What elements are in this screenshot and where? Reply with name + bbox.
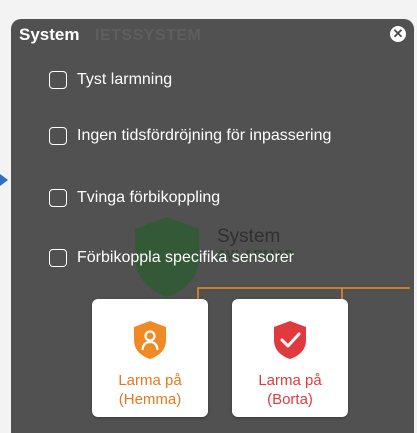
checkbox[interactable] [49, 249, 67, 267]
expand-arrow-icon [0, 174, 8, 186]
arm-away-label-line2: (Borta) [267, 391, 313, 408]
person-shield-icon [134, 321, 166, 359]
option-label: Tvinga förbikoppling [77, 189, 221, 206]
option-force-bypass[interactable]: Tvinga förbikoppling [49, 185, 220, 211]
option-bypass-specific-sensors[interactable]: Förbikoppla specifika sensorer [49, 245, 294, 271]
arm-home-button[interactable]: Larma på (Hemma) [92, 299, 208, 417]
arm-away-label: Larma på (Borta) [232, 371, 348, 409]
arm-home-label-line2: (Hemma) [118, 391, 182, 408]
checkbox[interactable] [49, 189, 67, 207]
checkbox[interactable] [49, 71, 67, 89]
arm-away-button[interactable]: Larma på (Borta) [232, 299, 348, 417]
option-label: Ingen tidsfördröjning för inpassering [77, 127, 332, 144]
arm-away-label-line1: Larma på [258, 372, 322, 389]
arm-options-panel: System IETSSYSTEM ✕ System AVLARMAD Tyst… [11, 19, 414, 433]
arm-home-label-line1: Larma på [118, 372, 182, 389]
arm-home-label: Larma på (Hemma) [92, 371, 208, 409]
checkbox[interactable] [49, 127, 67, 145]
panel-title: System [19, 25, 80, 44]
option-no-entry-delay[interactable]: Ingen tidsfördröjning för inpassering [49, 123, 331, 149]
system-status-label: System [217, 226, 281, 247]
option-label: Förbikoppla specifika sensorer [77, 249, 294, 266]
option-silent-arming[interactable]: Tyst larmning [49, 67, 172, 93]
check-shield-icon [274, 321, 306, 359]
background-header-text: IETSSYSTEM [95, 27, 202, 44]
option-label: Tyst larmning [77, 71, 173, 88]
close-icon[interactable]: ✕ [390, 26, 406, 42]
